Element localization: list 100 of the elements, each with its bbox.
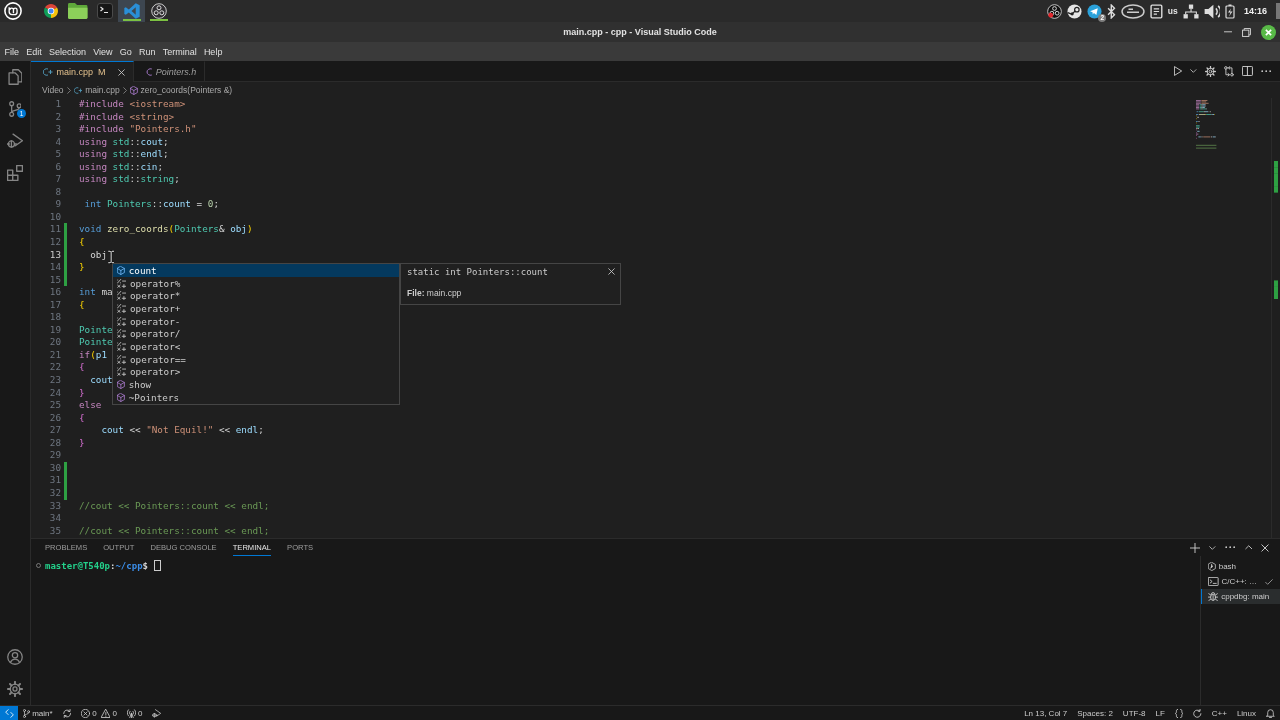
branch-button[interactable]: main* <box>18 706 58 720</box>
code-line: } <box>79 386 85 400</box>
menu-item[interactable]: Terminal <box>159 46 201 57</box>
line-number: 27 <box>48 424 61 437</box>
restore-icon[interactable] <box>1242 27 1251 37</box>
status-bar-item[interactable]: C++ <box>1206 706 1232 720</box>
play-icon[interactable] <box>1173 66 1183 76</box>
menu-item[interactable]: Go <box>116 46 136 57</box>
taskbar-button[interactable] <box>118 0 146 22</box>
remote-icon <box>4 708 14 718</box>
line-number: 24 <box>48 386 61 400</box>
document-icon[interactable] <box>1149 3 1163 19</box>
branch-icon[interactable] <box>8 101 22 117</box>
menu-item[interactable]: File <box>1 46 23 57</box>
suggestion-item[interactable]: ~Pointers <box>113 390 399 404</box>
play-bug-icon[interactable] <box>6 133 24 149</box>
menu-item[interactable]: Edit <box>22 46 46 57</box>
status-bar-item[interactable]: UTF-8 <box>1117 706 1151 720</box>
blocks-icon[interactable] <box>7 165 23 181</box>
user-icon[interactable] <box>7 649 23 665</box>
chevron-up-icon[interactable] <box>1244 545 1252 550</box>
logo-icon[interactable] <box>4 2 22 20</box>
plus-icon[interactable] <box>1190 542 1201 553</box>
terminal-list-item[interactable]: C/C++: … <box>1201 574 1280 589</box>
line-number: 14 <box>48 261 61 274</box>
settings-icon[interactable] <box>7 681 23 697</box>
suggestion-item[interactable]: operator< <box>113 340 399 353</box>
oval-logo-icon[interactable] <box>1120 3 1145 19</box>
c-file-icon <box>145 68 152 76</box>
menu-item[interactable]: Help <box>200 46 226 57</box>
code-line: cout << "Not Equil!" << endl; <box>100 424 264 437</box>
line-number: 26 <box>48 411 61 425</box>
code-line: { <box>79 298 85 312</box>
code-line: using std::endl; <box>79 148 169 161</box>
code-line: #include <string> <box>79 110 175 124</box>
close-icon[interactable] <box>117 68 125 76</box>
battery-icon[interactable] <box>1224 3 1235 19</box>
rings-logo-icon[interactable] <box>1047 3 1063 19</box>
menu-item[interactable]: View <box>89 46 117 57</box>
sync-icon[interactable] <box>62 708 72 718</box>
terminal-list-item[interactable]: cppdbg: main <box>1201 589 1280 604</box>
code-line: void zero_coords(Pointers& obj) <box>79 223 253 236</box>
suggestion-item[interactable]: show <box>113 378 399 391</box>
terminal-icon <box>1208 577 1219 586</box>
problems-button[interactable]: 0 0 <box>76 706 122 720</box>
line-number: 21 <box>48 348 61 362</box>
volume-icon[interactable] <box>1203 3 1220 19</box>
breadcrumb-item[interactable]: main.cpp <box>73 85 120 95</box>
ports-button[interactable]: 0 <box>121 706 148 720</box>
line-number: 13 <box>48 248 61 262</box>
play-bug-icon[interactable] <box>152 708 162 718</box>
suggestion-item[interactable]: operator> <box>113 365 399 379</box>
suggestion-item[interactable]: operator% <box>113 276 399 290</box>
piston-logo-icon[interactable] <box>1067 3 1083 19</box>
suggestion-item[interactable]: operator* <box>113 289 399 303</box>
keyboard-layout[interactable]: us <box>1167 6 1178 16</box>
line-number: 23 <box>48 374 61 387</box>
breadcrumb-item[interactable]: Video <box>42 85 64 95</box>
braces-icon[interactable] <box>1174 708 1184 718</box>
line-number: 15 <box>48 273 61 287</box>
split-icon[interactable] <box>1241 66 1253 76</box>
settings-icon[interactable] <box>1204 65 1216 77</box>
more-icon[interactable] <box>1260 69 1271 73</box>
status-bar-item[interactable]: Linux <box>1231 706 1261 720</box>
suggestion-item[interactable]: operator== <box>113 352 399 366</box>
menu-item[interactable]: Selection <box>45 46 90 57</box>
terminal-prompt: master@T540p:~/cpp$ <box>45 560 148 571</box>
menu-item[interactable]: Run <box>135 46 160 57</box>
network-icon[interactable] <box>1182 3 1199 19</box>
bluetooth-icon[interactable] <box>1107 3 1116 19</box>
terminal-list-item[interactable]: bash <box>1201 559 1280 574</box>
suggestion-item[interactable]: operator- <box>113 314 399 328</box>
suggestion-item[interactable]: operator+ <box>113 302 399 315</box>
circle-arrow-icon[interactable] <box>1193 708 1202 718</box>
suggestion-item[interactable]: operator/ <box>113 327 399 341</box>
compare-icon[interactable] <box>1223 65 1234 77</box>
suggestion-item[interactable]: count <box>113 264 399 277</box>
code-line: int Pointers::count = 0; <box>83 198 219 211</box>
rings-logo-icon <box>150 3 167 19</box>
caret-icon[interactable] <box>1209 545 1217 550</box>
status-bar-item[interactable]: LF <box>1150 706 1170 720</box>
more-icon[interactable] <box>1225 546 1236 549</box>
close-icon[interactable] <box>1261 24 1276 40</box>
code-line: #include <iostream> <box>79 98 186 111</box>
line-number: 34 <box>48 512 61 525</box>
status-bar-item[interactable]: Ln 13, Col 7 <box>1019 706 1073 720</box>
bell-icon[interactable] <box>1266 708 1275 718</box>
paper-plane-icon[interactable] <box>1087 3 1103 19</box>
caret-icon[interactable] <box>1190 69 1197 73</box>
close-icon[interactable] <box>608 268 615 275</box>
line-number: 25 <box>48 399 61 412</box>
status-bar-item[interactable]: Spaces: 2 <box>1072 706 1118 720</box>
code-line: using std::cin; <box>79 160 163 174</box>
breadcrumb-item[interactable]: zero_coords(Pointers &) <box>129 85 233 95</box>
close-icon[interactable] <box>1261 543 1269 552</box>
editor-tab[interactable]: main.cpp M <box>31 61 134 82</box>
cube-icon <box>117 265 125 275</box>
clock[interactable]: 14:16 <box>1243 6 1267 16</box>
line-number: 20 <box>48 336 61 349</box>
files-icon[interactable] <box>7 69 23 85</box>
